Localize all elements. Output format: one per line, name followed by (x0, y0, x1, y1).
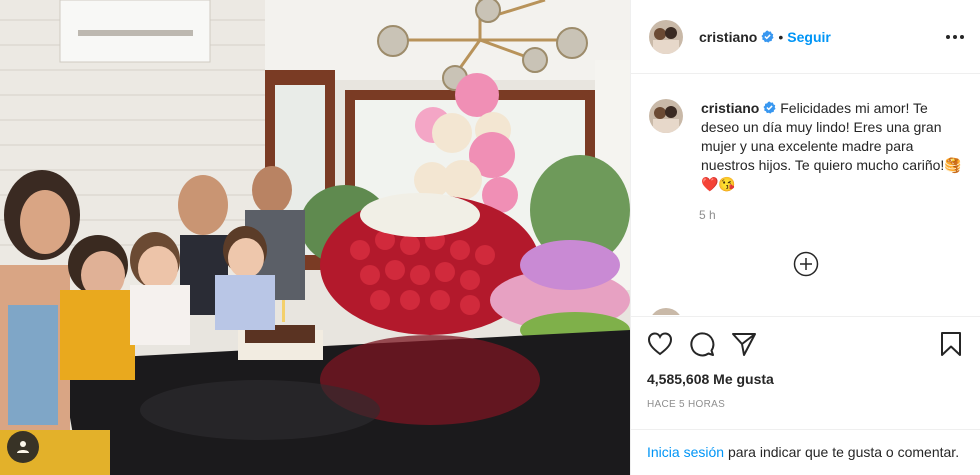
login-link[interactable]: Inicia sesión (647, 444, 724, 460)
instagram-post: cristiano • Seguir cristiano Felicidades… (0, 0, 980, 475)
follow-button[interactable]: Seguir (787, 29, 831, 45)
post-side-panel: cristiano • Seguir cristiano Felicidades… (630, 0, 980, 475)
more-options-icon[interactable] (946, 34, 964, 39)
verified-badge-icon (761, 30, 774, 43)
birthday-photo-illustration (0, 0, 630, 475)
caption-text: cristiano Felicidades mi amor! Te deseo … (701, 99, 963, 194)
user-tag-icon (17, 441, 29, 453)
post-actions: 4,585,608 Me gusta HACE 5 HORAS Inicia s… (631, 316, 980, 460)
save-bookmark-icon[interactable] (938, 331, 964, 357)
avatar[interactable] (649, 99, 683, 133)
share-icon[interactable] (731, 331, 757, 357)
load-more-comments-icon[interactable] (793, 251, 819, 277)
profile-picture (649, 99, 683, 133)
header-user-info: cristiano • Seguir (699, 29, 831, 45)
username-link[interactable]: cristiano (699, 29, 757, 45)
post-timestamp[interactable]: HACE 5 HORAS (631, 399, 980, 410)
login-prompt-text: para indicar que te gusta o comentar. (727, 444, 960, 460)
avatar[interactable] (649, 308, 683, 315)
profile-picture (649, 19, 683, 54)
caption-timestamp[interactable]: 5 h (699, 208, 964, 222)
separator-dot: • (778, 28, 784, 45)
post-header: cristiano • Seguir (631, 0, 980, 74)
action-icons (631, 317, 980, 371)
post-photo[interactable] (0, 0, 630, 475)
user-tag-button[interactable] (7, 431, 39, 463)
comment-icon[interactable] (689, 331, 715, 357)
avatar[interactable] (649, 19, 683, 54)
like-heart-icon[interactable] (647, 331, 673, 357)
verified-badge-icon (763, 101, 776, 114)
login-prompt: Inicia sesión para indicar que te gusta … (631, 429, 980, 475)
comments-section: cristiano Felicidades mi amor! Te deseo … (631, 75, 980, 315)
caption: cristiano Felicidades mi amor! Te deseo … (647, 99, 964, 194)
like-count[interactable]: 4,585,608 Me gusta (631, 371, 980, 387)
username-link[interactable]: cristiano (701, 100, 759, 116)
